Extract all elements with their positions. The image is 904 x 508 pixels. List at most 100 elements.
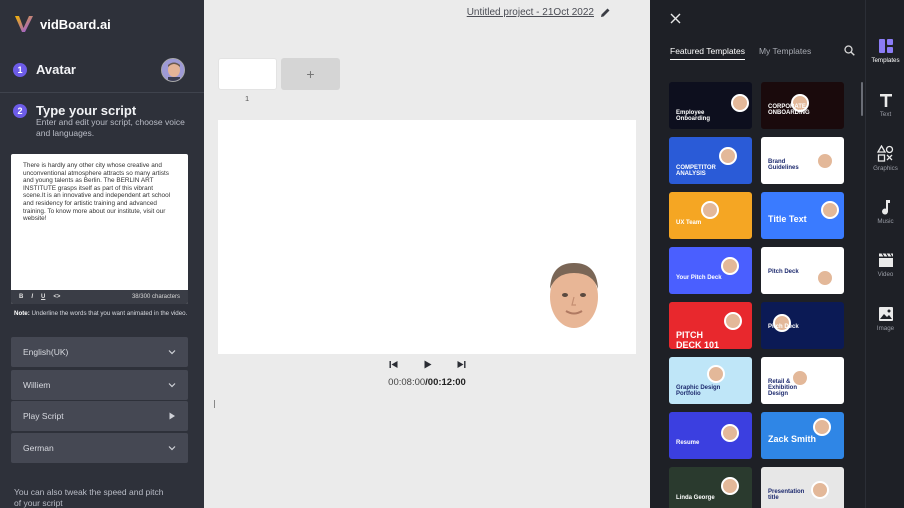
play-icon (169, 412, 175, 420)
close-icon[interactable] (670, 13, 681, 24)
underline-button[interactable]: U (41, 294, 45, 300)
template-card-title: Employee Onboarding (676, 110, 710, 122)
step-title: Avatar (36, 62, 76, 77)
presenter-avatar-icon (721, 477, 739, 495)
template-card-title: UX Team (676, 220, 702, 226)
template-card[interactable]: Retail & Exhibition Design (761, 357, 844, 404)
presenter-avatar-icon (731, 94, 749, 112)
template-card-title: Graphic Design Portfolio (676, 385, 721, 397)
template-card[interactable]: Presentation title (761, 467, 844, 508)
translation-select[interactable]: German (11, 433, 188, 463)
language-select[interactable]: English(UK) (11, 337, 188, 367)
presenter-avatar-icon (721, 424, 739, 442)
template-card[interactable]: COMPETITOR ANALYSIS (669, 137, 752, 184)
chevron-down-icon (168, 446, 176, 451)
presenter-avatar-icon (816, 152, 834, 170)
template-card[interactable]: Zack Smith (761, 412, 844, 459)
step-title: Type your script (36, 103, 137, 118)
code-button[interactable]: <> (53, 294, 60, 300)
skip-forward-icon[interactable] (457, 360, 466, 369)
add-slide-button[interactable]: + (281, 58, 340, 90)
templates-panel: Featured Templates My Templates Employee… (650, 0, 865, 508)
video-canvas[interactable] (218, 120, 636, 354)
template-card[interactable]: UX Team (669, 192, 752, 239)
avatar[interactable] (161, 58, 185, 82)
text-caret (214, 400, 215, 408)
template-card[interactable]: Your Pitch Deck (669, 247, 752, 294)
note-text: Underline the words that you want animat… (29, 310, 188, 317)
slide-thumbnail[interactable] (218, 58, 277, 90)
template-card[interactable]: Brand Guidelines (761, 137, 844, 184)
skip-back-icon[interactable] (389, 360, 398, 369)
script-panel: vidBoard.ai 1 Avatar 2 Type your script … (0, 0, 204, 508)
play-script-button[interactable]: Play Script (11, 401, 188, 431)
italic-button[interactable]: I (31, 294, 33, 300)
sidebar-item-music[interactable]: Music (866, 199, 904, 225)
voice-select[interactable]: Williem (11, 370, 188, 400)
template-card[interactable]: Graphic Design Portfolio (669, 357, 752, 404)
sidebar-label: Image (876, 325, 895, 332)
template-card-title: Title Text (768, 214, 807, 224)
tool-sidebar: Templates Text Graphics Music Video Imag… (865, 0, 904, 508)
bold-button[interactable]: B (19, 294, 23, 300)
sidebar-item-video[interactable]: Video (866, 252, 904, 278)
brand-logo[interactable]: vidBoard.ai (13, 13, 111, 35)
project-title[interactable]: Untitled project - 21Oct 2022 (467, 7, 594, 18)
sidebar-label: Graphics (873, 165, 898, 172)
sidebar-item-graphics[interactable]: Graphics (866, 145, 904, 172)
presenter-avatar-icon (719, 147, 737, 165)
avatar-face-icon (162, 59, 184, 81)
play-icon[interactable] (423, 360, 432, 369)
pencil-icon[interactable] (600, 7, 611, 18)
playback-controls (389, 360, 466, 369)
brand-name: vidBoard.ai (40, 16, 111, 32)
tab-my-templates[interactable]: My Templates (759, 46, 811, 60)
template-card[interactable]: Linda George (669, 467, 752, 508)
template-card[interactable]: Pitch Deck (761, 302, 844, 349)
template-card[interactable]: Pitch Deck (761, 247, 844, 294)
template-card[interactable]: Employee Onboarding (669, 82, 752, 129)
avatar-figure-icon[interactable] (547, 259, 601, 335)
template-card[interactable]: CORPORATE ONBOARDING (761, 82, 844, 129)
editor-area: Untitled project - 21Oct 2022 1 + 00:08:… (204, 0, 650, 508)
presenter-avatar-icon (701, 201, 719, 219)
underline-note: Note: Underline the words that you want … (14, 310, 187, 317)
presenter-avatar-icon (721, 257, 739, 275)
template-grid: Employee Onboarding CORPORATE ONBOARDING C… (669, 82, 847, 508)
character-count: 38/300 characters (131, 294, 180, 300)
chevron-down-icon (168, 383, 176, 388)
text-icon (879, 94, 892, 107)
sidebar-label: Templates (871, 57, 900, 64)
template-card-title: Pitch Deck (768, 269, 799, 275)
slide-number: 1 (245, 94, 250, 103)
step-avatar[interactable]: 1 Avatar (13, 62, 76, 77)
presenter-avatar-icon (707, 365, 725, 383)
sidebar-label: Music (877, 218, 894, 225)
template-card-title: CORPORATE ONBOARDING (768, 104, 810, 116)
presenter-avatar-icon (821, 201, 839, 219)
template-card-title: Linda George (676, 495, 715, 501)
sidebar-item-image[interactable]: Image (866, 306, 904, 332)
templates-icon (878, 39, 893, 53)
sidebar-item-text[interactable]: Text (866, 92, 904, 118)
note-label: Note: (14, 310, 30, 317)
tab-featured-templates[interactable]: Featured Templates (670, 46, 745, 60)
search-icon[interactable] (844, 45, 855, 56)
template-card[interactable]: Title Text (761, 192, 844, 239)
scrollbar[interactable] (861, 82, 863, 116)
step-script[interactable]: 2 Type your script (13, 103, 136, 118)
clapperboard-icon (878, 253, 893, 267)
template-card-title: Resume (676, 440, 700, 446)
sidebar-label: Text (879, 111, 892, 118)
template-card[interactable]: PITCH DECK 101 (669, 302, 752, 349)
tweak-hint: You can also tweak the speed and pitch o… (14, 487, 164, 508)
translation-value: German (23, 443, 54, 453)
template-card[interactable]: Resume (669, 412, 752, 459)
script-editor[interactable]: There is hardly any other city whose cre… (11, 154, 188, 304)
template-card-title: Brand Guidelines (768, 159, 799, 171)
vidboard-logo-icon (15, 16, 33, 32)
sidebar-item-templates[interactable]: Templates (866, 38, 904, 64)
step-description: Enter and edit your script, choose voice… (36, 117, 185, 138)
script-textarea[interactable]: There is hardly any other city whose cre… (11, 154, 188, 290)
playback-time: 00:08:00/00:12:00 (204, 377, 650, 388)
